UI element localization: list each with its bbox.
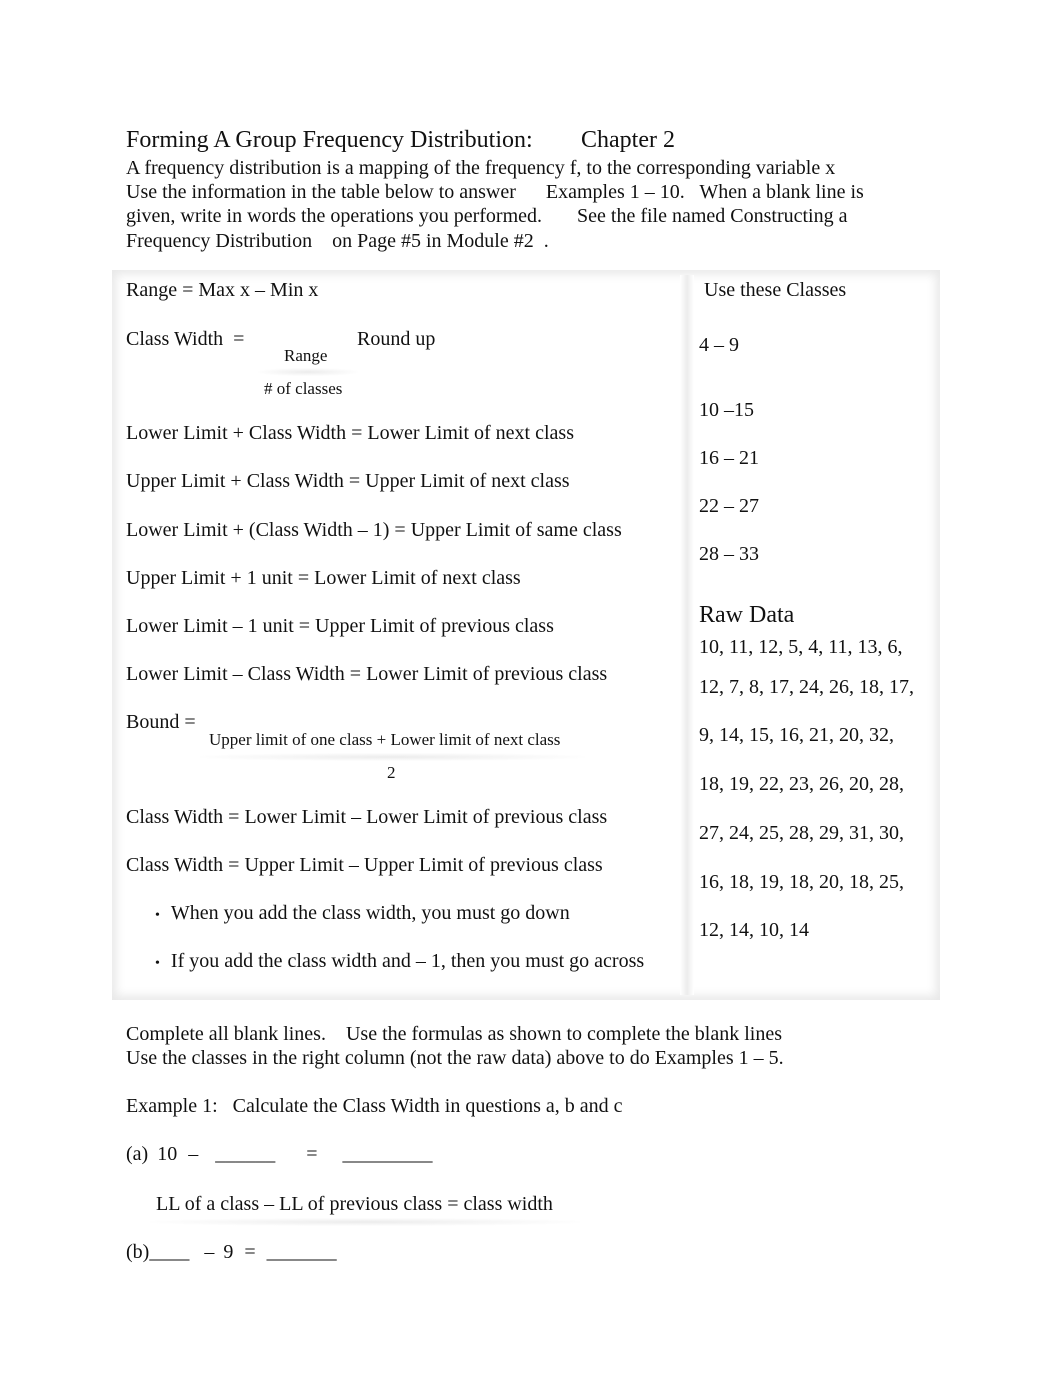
minuend: 10 bbox=[157, 1143, 178, 1165]
instruction-line-2: Use the classes in the right column (not… bbox=[126, 1047, 784, 1069]
rule-4: Upper Limit + 1 unit = Lower Limit of ne… bbox=[126, 567, 521, 589]
raw-data-line: 12, 7, 8, 17, 24, 26, 18, 17, bbox=[699, 676, 914, 698]
class-item: 22 – 27 bbox=[699, 495, 759, 517]
class-item: 16 – 21 bbox=[699, 447, 759, 469]
rule-1: Lower Limit + Class Width = Lower Limit … bbox=[126, 422, 574, 444]
raw-data-heading: Raw Data bbox=[699, 602, 795, 628]
column-divider bbox=[680, 275, 694, 995]
rule-2: Upper Limit + Class Width = Upper Limit … bbox=[126, 470, 570, 492]
class-item: 4 – 9 bbox=[699, 334, 739, 356]
bullet-icon: • bbox=[155, 956, 160, 971]
class-width-denominator: # of classes bbox=[264, 379, 343, 398]
raw-data-line: 27, 24, 25, 28, 29, 31, 30, bbox=[699, 822, 904, 844]
part-label: (a) bbox=[126, 1143, 149, 1165]
intro-line-4: Frequency Distribution on Page #5 in Mod… bbox=[126, 230, 549, 252]
bullet-text: When you add the class width, you must g… bbox=[170, 902, 570, 924]
intro-line-2: Use the information in the table below t… bbox=[126, 181, 864, 203]
width-rule-1: Class Width = Lower Limit – Lower Limit … bbox=[126, 806, 608, 828]
equals-sign: = bbox=[244, 1241, 256, 1263]
title-text: Forming A Group Frequency Distribution: bbox=[126, 127, 533, 153]
intro-line-1: A frequency distribution is a mapping of… bbox=[126, 157, 836, 179]
class-item: 10 –15 bbox=[699, 399, 754, 421]
page-title: Forming A Group Frequency Distribution: bbox=[126, 126, 533, 154]
class-width-label: Class Width = bbox=[126, 328, 245, 350]
example-1b: (b)____ – 9 = _______ bbox=[126, 1240, 337, 1264]
rule-6: Lower Limit – Class Width = Lower Limit … bbox=[126, 663, 608, 685]
minus-sign: – bbox=[204, 1241, 215, 1263]
bullet-item-1: • When you add the class width, you must… bbox=[155, 901, 570, 928]
classes-heading: Use these Classes bbox=[704, 279, 847, 301]
answer-blank[interactable]: _______ bbox=[267, 1241, 337, 1263]
instruction-line-1: Complete all blank lines. Use the formul… bbox=[126, 1023, 782, 1045]
raw-data-line: 16, 18, 19, 18, 20, 18, 25, bbox=[699, 871, 904, 893]
bound-fraction-bar bbox=[200, 753, 585, 761]
answer-blank[interactable]: ____ bbox=[149, 1241, 189, 1263]
bullet-icon: • bbox=[155, 908, 160, 923]
class-item: 28 – 33 bbox=[699, 543, 759, 565]
example-1-title: Example 1: Calculate the Class Width in … bbox=[126, 1095, 623, 1117]
fraction-bar bbox=[258, 368, 358, 376]
example-1-hint: LL of a class – LL of previous class = c… bbox=[156, 1193, 553, 1215]
intro-line-3: given, write in words the operations you… bbox=[126, 205, 848, 227]
raw-data-line: 9, 14, 15, 16, 21, 20, 32, bbox=[699, 724, 894, 746]
raw-data-line: 10, 11, 12, 5, 4, 11, 13, 6, bbox=[699, 636, 903, 658]
raw-data-line: 12, 14, 10, 14 bbox=[699, 919, 809, 941]
rule-3: Lower Limit + (Class Width – 1) = Upper … bbox=[126, 519, 622, 541]
hint-shadow bbox=[150, 1218, 580, 1226]
class-width-numerator: Range bbox=[284, 346, 328, 365]
bound-numerator: Upper limit of one class + Lower limit o… bbox=[209, 730, 561, 749]
width-rule-2: Class Width = Upper Limit – Upper Limit … bbox=[126, 854, 603, 876]
raw-data-line: 18, 19, 22, 23, 26, 20, 28, bbox=[699, 773, 904, 795]
subtrahend: 9 bbox=[223, 1241, 234, 1263]
round-up-note: Round up bbox=[357, 328, 436, 350]
equals-sign: = bbox=[306, 1143, 318, 1165]
answer-blank[interactable]: _________ bbox=[342, 1143, 432, 1165]
chapter-label: Chapter 2 bbox=[581, 127, 675, 153]
minus-sign: – bbox=[188, 1143, 199, 1165]
bound-denominator: 2 bbox=[387, 763, 396, 782]
answer-blank[interactable]: ______ bbox=[215, 1143, 275, 1165]
range-formula: Range = Max x – Min x bbox=[126, 279, 319, 301]
bullet-text: If you add the class width and – 1, then… bbox=[170, 950, 645, 972]
bound-label: Bound = bbox=[126, 711, 196, 733]
part-label: (b) bbox=[126, 1241, 150, 1263]
rule-5: Lower Limit – 1 unit = Upper Limit of pr… bbox=[126, 615, 554, 637]
example-1a: (a) 10 – ______ = _________ bbox=[126, 1142, 432, 1166]
bullet-item-2: • If you add the class width and – 1, th… bbox=[155, 949, 644, 976]
